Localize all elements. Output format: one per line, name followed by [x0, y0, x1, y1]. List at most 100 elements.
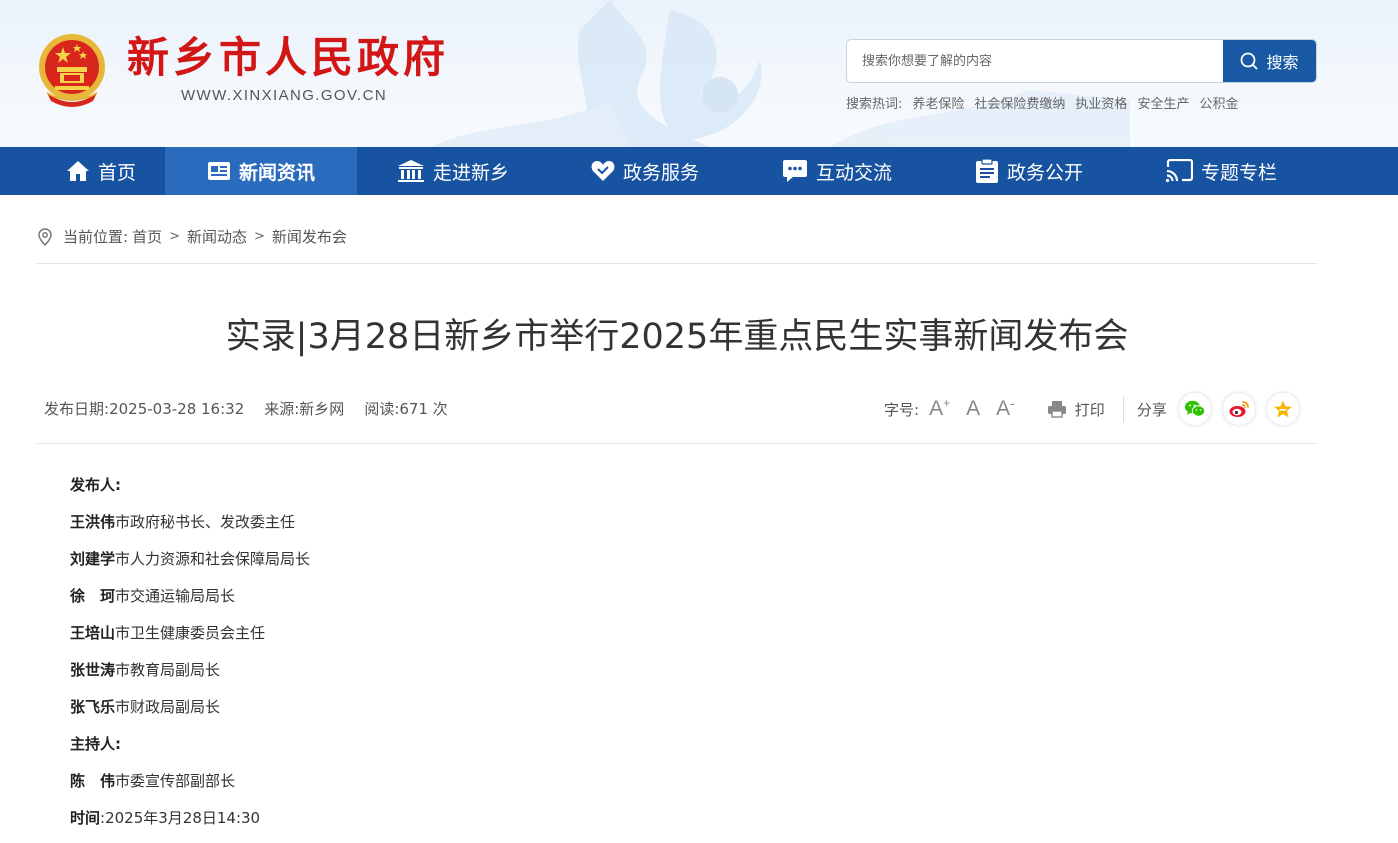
publish-date-value: 2025-03-28 16:32	[109, 400, 245, 418]
site-title[interactable]: 新乡市人民政府	[127, 30, 449, 86]
search-button[interactable]: 搜索	[1223, 40, 1316, 82]
font-normal-button[interactable]: A	[966, 397, 980, 421]
site-header: 新乡市人民政府 WWW.XINXIANG.GOV.CN 搜索 搜索热词: 养老保…	[0, 0, 1398, 147]
views-value: 671 次	[399, 400, 448, 418]
breadcrumb-label: 当前位置:	[63, 228, 129, 246]
publish-date: 发布日期:2025-03-28 16:32	[44, 398, 244, 420]
font-larger-glyph: A	[929, 397, 944, 420]
body-paragraph: 主持人:	[70, 732, 310, 769]
breadcrumb-link[interactable]: 新闻发布会	[272, 226, 347, 247]
body-bold: 时间	[70, 809, 101, 827]
font-larger-button[interactable]: A +	[929, 397, 950, 421]
body-bold: 王洪伟	[70, 513, 116, 531]
search-box: 搜索	[846, 39, 1317, 83]
share-label: 分享	[1136, 400, 1167, 419]
body-bold: 张世涛	[70, 661, 116, 679]
article-meta: 发布日期:2025-03-28 16:32 来源:新乡网 阅读:671 次	[44, 398, 448, 420]
body-paragraph: 刘建学市人力资源和社会保障局局长	[70, 547, 310, 584]
body-paragraph: 陈 伟市委宣传部副部长	[70, 769, 310, 806]
body-paragraph: 时间:2025年3月28日14:30	[70, 806, 310, 843]
font-smaller-glyph: A	[996, 397, 1011, 420]
nav-item-open-affairs[interactable]: 政务公开	[933, 147, 1125, 195]
publish-date-label: 发布日期:	[44, 400, 110, 418]
divider	[37, 263, 1317, 264]
location-pin-icon	[38, 227, 52, 246]
weibo-icon	[1229, 401, 1249, 417]
nav-item-special-topics[interactable]: 专题专栏	[1125, 147, 1317, 195]
breadcrumb-link[interactable]: 首页	[132, 226, 162, 247]
nav-item-news[interactable]: 新闻资讯	[165, 147, 357, 195]
print-label: 打印	[1074, 400, 1105, 419]
nav-item-label: 首页	[97, 161, 136, 184]
favorite-icon	[1273, 400, 1292, 418]
body-text: 市财政局副局长	[115, 698, 221, 716]
body-paragraph: 发布人:	[70, 473, 310, 510]
font-size-label: 字号:	[884, 400, 920, 419]
breadcrumb: 当前位置: 首页 > 新闻动态 > 新闻发布会	[37, 226, 347, 247]
home-icon	[66, 161, 89, 181]
body-bold: 王培山	[70, 624, 116, 642]
body-text: 市政府秘书长、发改委主任	[115, 513, 296, 531]
source: 来源:新乡网	[264, 398, 344, 420]
body-bold: 发布人:	[70, 476, 121, 494]
source-value: 新乡网	[299, 400, 345, 418]
nav-item-label: 政务服务	[622, 161, 699, 184]
body-text: :2025年3月28日14:30	[100, 809, 261, 827]
divider	[37, 443, 1317, 444]
hot-words: 搜索热词: 养老保险 社会保险费缴纳 执业资格 安全生产 公积金	[846, 93, 1238, 112]
tools-divider	[1122, 396, 1124, 422]
nav-item-label: 走进新乡	[432, 161, 509, 184]
national-emblem-icon	[39, 34, 105, 107]
printer-icon	[1047, 401, 1066, 418]
hot-word[interactable]: 社会保险费缴纳	[974, 93, 1065, 112]
body-bold: 徐 珂	[70, 587, 116, 605]
hot-word[interactable]: 养老保险	[912, 93, 964, 112]
print-button[interactable]: 打印	[1047, 399, 1105, 420]
article-body: 发布人: 王洪伟市政府秘书长、发改委主任 刘建学市人力资源和社会保障局局长 徐 …	[70, 473, 310, 843]
nav-item-home[interactable]: 首页	[37, 147, 165, 195]
hot-word[interactable]: 执业资格	[1075, 93, 1127, 112]
body-paragraph: 王培山市卫生健康委员会主任	[70, 621, 310, 658]
font-larger-mark: +	[943, 396, 951, 410]
breadcrumb-separator: >	[169, 229, 180, 244]
search-icon	[1241, 52, 1258, 70]
font-smaller-button[interactable]: A-	[996, 396, 1015, 421]
news-icon	[207, 162, 230, 180]
chat-icon	[782, 160, 807, 182]
breadcrumb-link[interactable]: 新闻动态	[187, 226, 247, 247]
share-favorite-button[interactable]	[1266, 393, 1299, 425]
share-weibo-button[interactable]	[1222, 393, 1255, 425]
body-paragraph: 王洪伟市政府秘书长、发改委主任	[70, 510, 310, 547]
search-input[interactable]	[847, 40, 1225, 82]
site-url: WWW.XINXIANG.GOV.CN	[181, 87, 388, 104]
nav-item-label: 互动交流	[815, 161, 892, 184]
share-wechat-button[interactable]	[1178, 393, 1211, 425]
body-text: 市交通运输局局长	[115, 587, 236, 605]
document-icon	[975, 158, 998, 183]
nav-item-label: 新闻资讯	[238, 161, 315, 184]
building-icon	[397, 160, 424, 182]
article-tools: 字号: A + A A- 打印 分享	[884, 392, 1299, 426]
heart-icon	[591, 161, 615, 181]
breadcrumb-separator: >	[254, 229, 265, 244]
nav-item-interaction[interactable]: 互动交流	[741, 147, 933, 195]
source-label: 来源:	[264, 400, 300, 418]
hot-word[interactable]: 公积金	[1199, 93, 1238, 112]
broadcast-icon	[1165, 159, 1193, 183]
body-bold: 陈 伟	[70, 772, 116, 790]
views-label: 阅读:	[364, 400, 400, 418]
body-paragraph: 徐 珂市交通运输局局长	[70, 584, 310, 621]
article-title: 实录|3月28日新乡市举行2025年重点民生实事新闻发布会	[225, 317, 1129, 357]
body-text: 市委宣传部副部长	[115, 772, 236, 790]
wechat-icon	[1184, 400, 1206, 417]
nav-item-label: 政务公开	[1006, 161, 1083, 184]
hot-words-label: 搜索热词:	[846, 97, 903, 112]
nav-item-label: 专题专栏	[1200, 161, 1277, 184]
body-text: 市人力资源和社会保障局局长	[115, 550, 311, 568]
nav-item-about[interactable]: 走进新乡	[357, 147, 549, 195]
nav-item-services[interactable]: 政务服务	[549, 147, 741, 195]
hot-word[interactable]: 安全生产	[1137, 93, 1189, 112]
main-nav: 首页 新闻资讯 走进新乡 政务服务 互动交流 政务公开 专题专栏	[0, 147, 1398, 195]
body-paragraph: 张飞乐市财政局副局长	[70, 695, 310, 732]
body-text: 市卫生健康委员会主任	[115, 624, 266, 642]
